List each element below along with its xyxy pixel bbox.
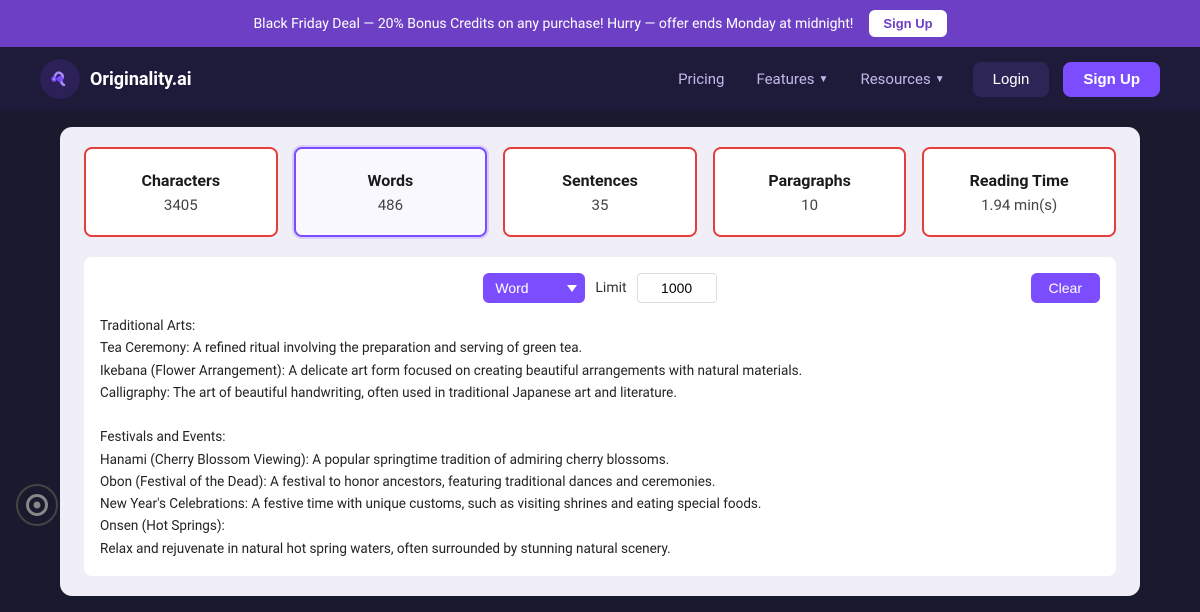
stat-card-reading-time: Reading Time 1.94 min(s): [922, 147, 1116, 237]
signup-button[interactable]: Sign Up: [1063, 62, 1160, 97]
resources-chevron-icon: ▼: [935, 74, 945, 85]
stat-label-words: Words: [368, 171, 414, 190]
login-button[interactable]: Login: [973, 62, 1050, 97]
navbar: Originality.ai Pricing Features ▼ Resour…: [0, 47, 1200, 111]
stat-label-characters: Characters: [141, 171, 220, 190]
stat-label-reading-time: Reading Time: [970, 171, 1069, 190]
stat-label-paragraphs: Paragraphs: [768, 171, 850, 190]
banner-text: Black Friday Deal — 20% Bonus Credits on…: [253, 16, 853, 32]
stat-card-paragraphs: Paragraphs 10: [713, 147, 907, 237]
top-banner: Black Friday Deal — 20% Bonus Credits on…: [0, 0, 1200, 47]
editor-toolbar: Word Character Sentence Limit Clear: [100, 273, 1100, 303]
clear-button[interactable]: Clear: [1031, 273, 1100, 303]
nav-link-pricing[interactable]: Pricing: [666, 62, 736, 96]
limit-label: Limit: [595, 280, 626, 296]
nav-links: Pricing Features ▼ Resources ▼ Login Sig…: [666, 62, 1160, 97]
stat-value-words: 486: [378, 196, 403, 214]
editor-text: Traditional Arts: Tea Ceremony: A refine…: [100, 315, 1100, 560]
stat-card-words: Words 486: [294, 147, 488, 237]
stat-label-sentences: Sentences: [562, 171, 638, 190]
logo-text: Originality.ai: [90, 69, 192, 90]
stat-value-characters: 3405: [164, 196, 198, 214]
main-content: Characters 3405 Words 486 Sentences 35 P…: [60, 127, 1140, 596]
stat-value-sentences: 35: [592, 196, 609, 214]
stat-card-characters: Characters 3405: [84, 147, 278, 237]
features-chevron-icon: ▼: [819, 74, 829, 85]
inner-dot: [34, 502, 41, 509]
stats-row: Characters 3405 Words 486 Sentences 35 P…: [84, 147, 1116, 237]
limit-input[interactable]: [637, 273, 717, 303]
stat-card-sentences: Sentences 35: [503, 147, 697, 237]
bottom-circle-icon: [16, 484, 58, 526]
stat-value-paragraphs: 10: [801, 196, 818, 214]
logo-area: Originality.ai: [40, 59, 192, 99]
logo-icon: [40, 59, 80, 99]
inner-circle: [26, 494, 48, 516]
stat-value-reading-time: 1.94 min(s): [981, 196, 1057, 214]
nav-link-resources[interactable]: Resources ▼: [848, 62, 956, 96]
nav-link-features[interactable]: Features ▼: [744, 62, 840, 96]
word-type-select[interactable]: Word Character Sentence: [483, 273, 585, 303]
editor-area: Word Character Sentence Limit Clear Trad…: [84, 257, 1116, 576]
banner-signup-button[interactable]: Sign Up: [869, 10, 946, 37]
